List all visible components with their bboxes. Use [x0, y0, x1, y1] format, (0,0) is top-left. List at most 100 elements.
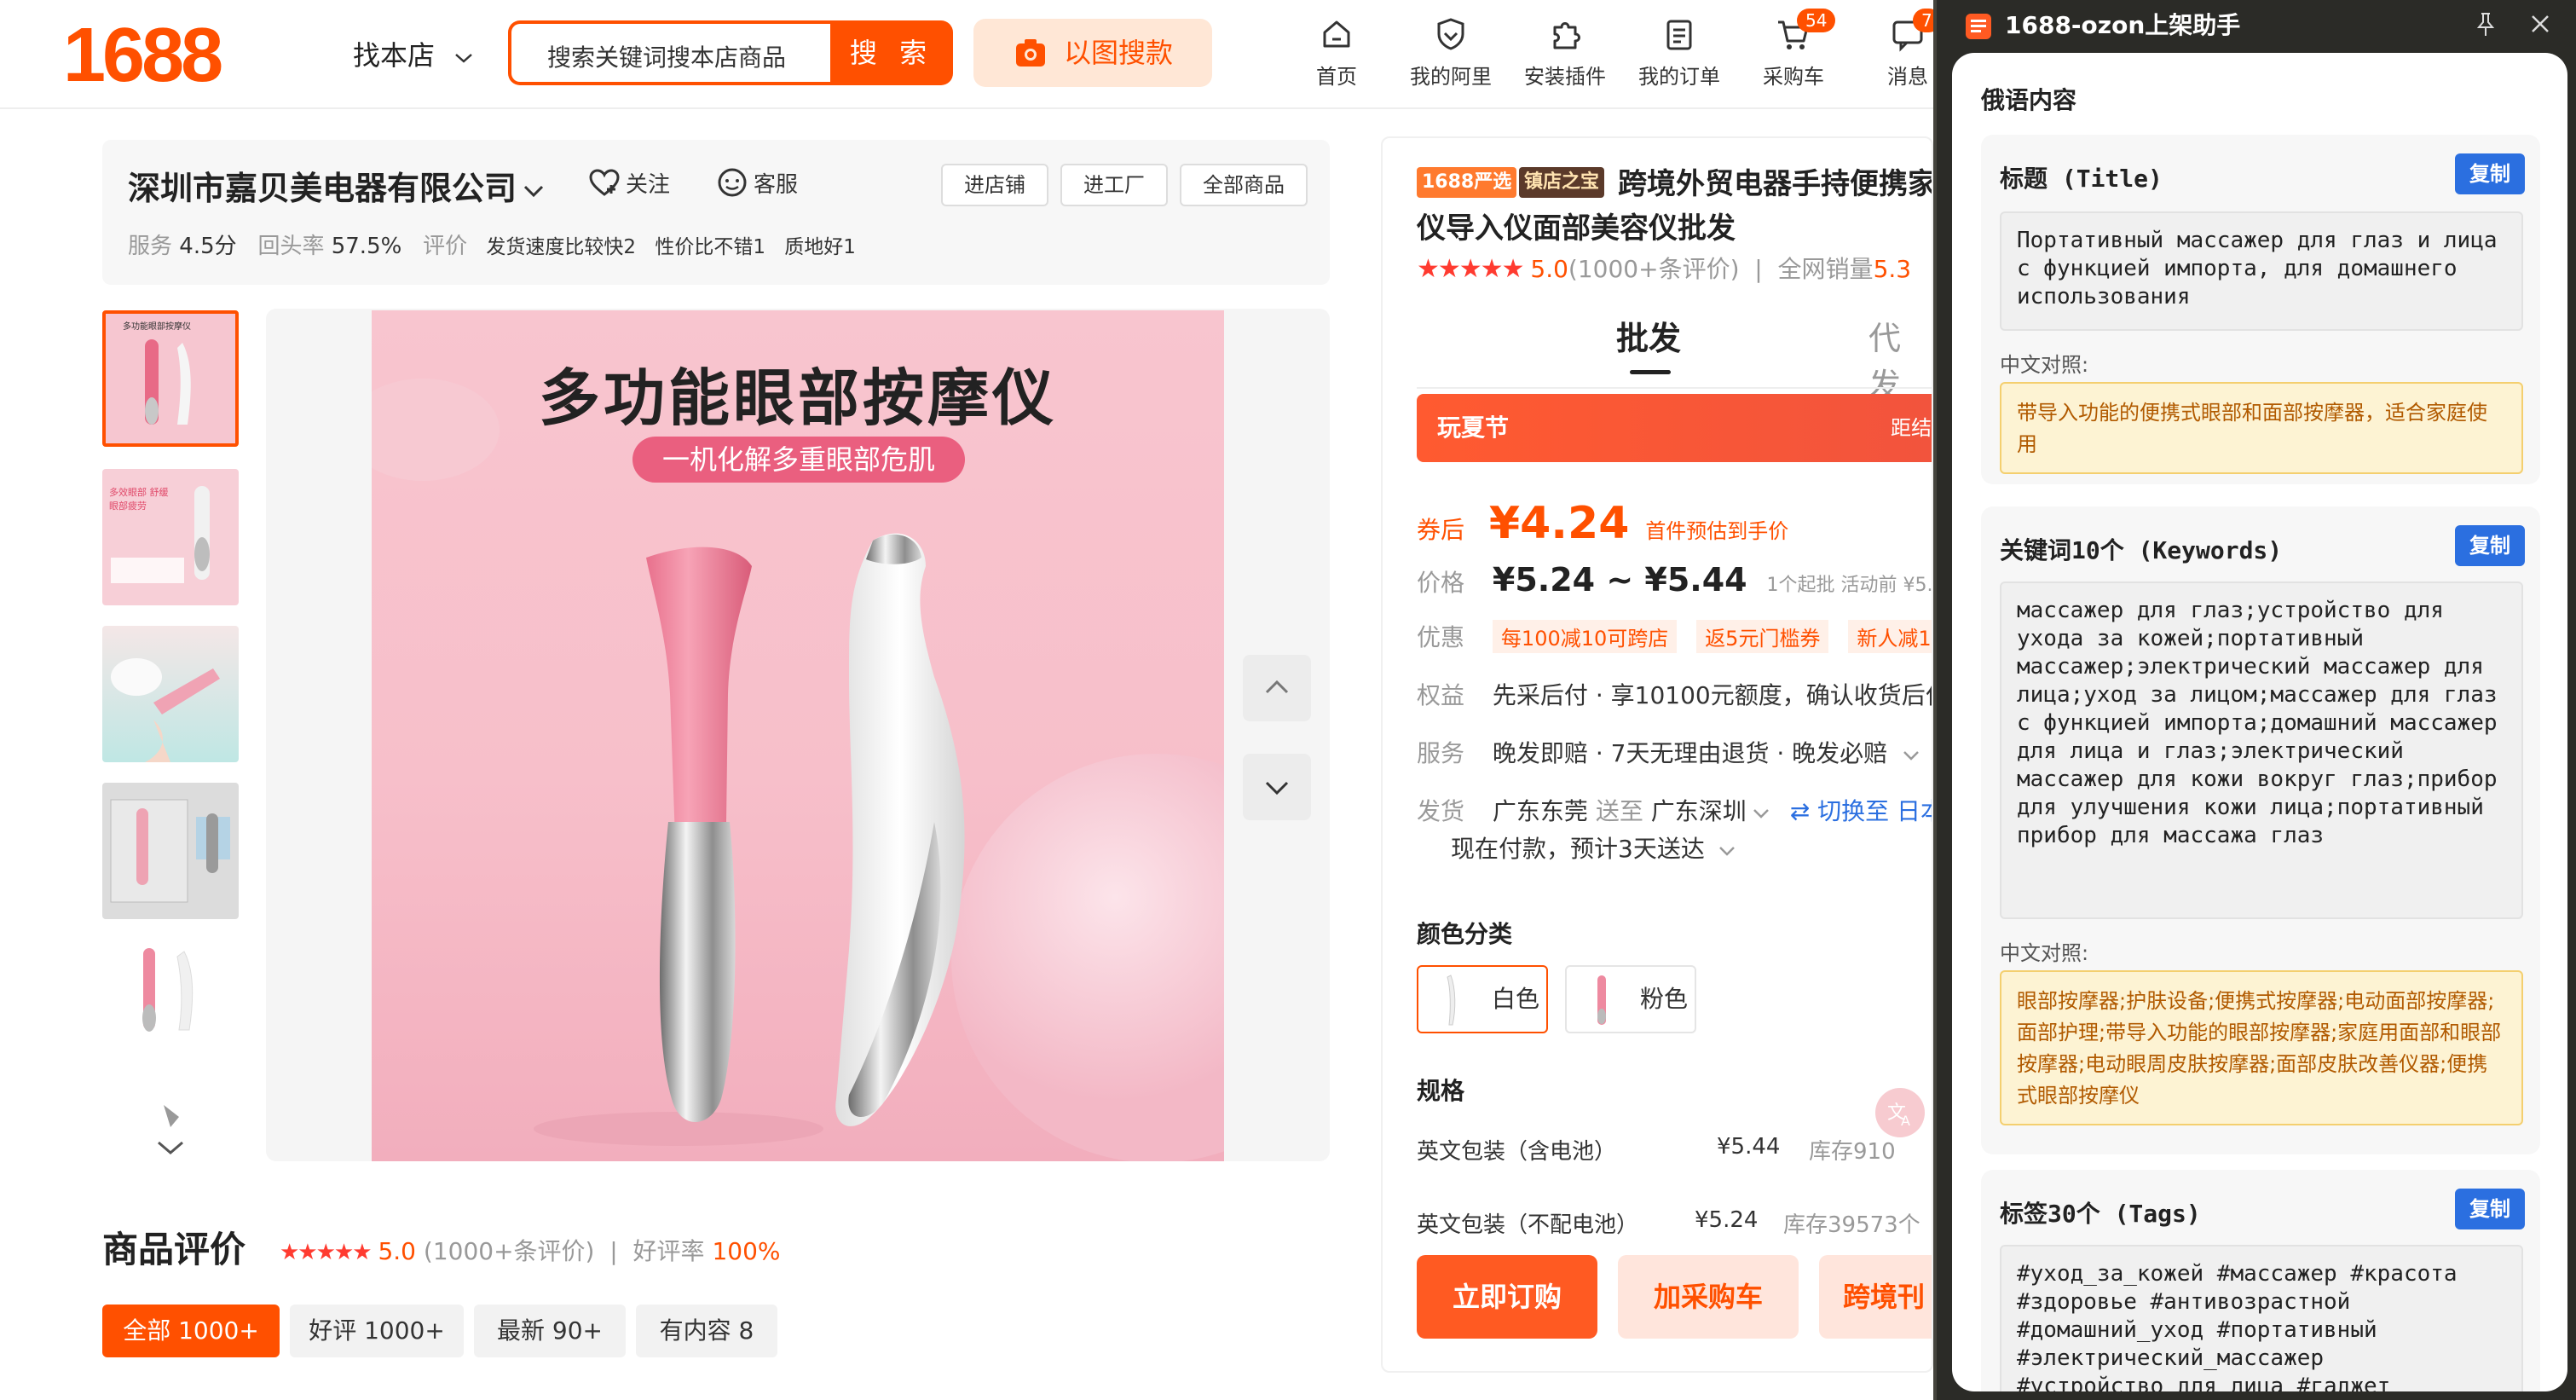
all-products-button[interactable]: 全部商品: [1180, 164, 1308, 206]
reviews-score: 5.0: [378, 1237, 416, 1265]
enter-factory-button[interactable]: 进工厂: [1060, 164, 1168, 206]
repurchase-rate: 57.5%: [331, 234, 402, 259]
discount-tag[interactable]: 返5元门槛券: [1696, 620, 1829, 653]
image-search-label: 以图搜款: [1064, 37, 1174, 69]
reviews-summary: ★★★★★ 5.0 (1000+条评价) | 好评率 100%: [280, 1237, 781, 1265]
massager-pair-icon: [142, 948, 193, 1032]
order-now-button[interactable]: 立即订购: [1417, 1255, 1597, 1339]
pin-icon[interactable]: [2475, 12, 2496, 41]
extension-content: 俄语内容 标题 (Title) 复制 Портативный массажер …: [1952, 53, 2567, 1391]
nav-my-ali[interactable]: 我的阿里: [1400, 15, 1502, 90]
promo-banner[interactable]: 玩夏节 距结: [1417, 394, 1932, 462]
copy-title-button[interactable]: 复制: [2455, 153, 2525, 194]
reviews-count: (1000+条评价): [423, 1237, 595, 1265]
search-scope-dropdown[interactable]: 找本店: [353, 34, 474, 73]
delivery-estimate[interactable]: 现在付款，预计3天送达: [1451, 830, 1736, 865]
enter-store-button[interactable]: 进店铺: [941, 164, 1048, 206]
review-tab-positive[interactable]: 好评 1000+: [290, 1305, 464, 1357]
review-tab-with-content[interactable]: 有内容 8: [636, 1305, 777, 1357]
search-button[interactable]: 搜 索: [830, 20, 953, 85]
product-thumbnail[interactable]: 多功能眼部按摩仪: [102, 310, 239, 447]
review-tab-all[interactable]: 全部 1000+: [102, 1305, 280, 1357]
nav-install-plugin[interactable]: 安装插件: [1514, 15, 1616, 90]
nav-home-label: 首页: [1316, 65, 1357, 89]
switch-destination-link[interactable]: ⇄ 切换至 日本: [1790, 797, 1933, 825]
review-tab-latest[interactable]: 最新 90+: [474, 1305, 626, 1357]
nav-my-ali-label: 我的阿里: [1410, 65, 1492, 89]
page: { "header": { "logo": "1688", "scope_lab…: [0, 0, 2576, 1400]
gallery-prev-button[interactable]: [1243, 655, 1311, 721]
product-thumbnail[interactable]: [102, 783, 239, 919]
copy-tags-button[interactable]: 复制: [2455, 1189, 2525, 1229]
reviews-title: 商品评价: [102, 1229, 246, 1270]
main-product-image[interactable]: 多功能眼部按摩仪 一机化解多重眼部危肌: [372, 310, 1224, 1161]
rights-row: 权益 先采后付 · 享10100元额度，确认收货后付: [1417, 677, 1933, 711]
sales-value: 5.3: [1873, 255, 1912, 283]
image-search-button[interactable]: 以图搜款: [973, 19, 1212, 87]
color-section-title: 颜色分类: [1417, 920, 1513, 948]
keywords-card: 关键词10个 (Keywords) 复制 массажер для глаз;у…: [1981, 506, 2540, 1154]
service-row[interactable]: 服务 晚发即赔 · 7天无理由退货 · 晚发必赔: [1417, 735, 1920, 769]
chat-smile-icon: [716, 167, 748, 204]
ship-to: 广东深圳: [1650, 797, 1747, 825]
cart-badge: 54: [1797, 9, 1836, 32]
russian-tags-text[interactable]: #уход_за_кожей #массажер #красота #здоро…: [2000, 1245, 2523, 1391]
product-thumbnail[interactable]: [102, 940, 239, 1076]
service-score-label: 服务: [128, 234, 173, 259]
follow-button[interactable]: 关注: [588, 167, 670, 203]
cn-compare-label: 中文对照:: [2000, 941, 2089, 965]
store-name-text: 深圳市嘉贝美电器有限公司: [128, 170, 517, 207]
store-search-input[interactable]: 搜索关键词搜本店商品: [508, 20, 830, 85]
color-option-pink[interactable]: 粉色: [1565, 965, 1696, 1033]
white-massager-icon: [1447, 975, 1456, 1026]
tabs-divider: [1417, 387, 1932, 389]
copy-keywords-button[interactable]: 复制: [2455, 525, 2525, 566]
translate-icon[interactable]: 文A: [1875, 1088, 1925, 1137]
coupon-price: ¥4.24: [1488, 498, 1630, 549]
tags-card-heading: 标签30个 (Tags): [2000, 1200, 2201, 1228]
review-tag: 性价比不错1: [655, 236, 765, 258]
russian-keywords-text[interactable]: массажер для глаз;устройство для ухода з…: [2000, 581, 2523, 919]
logo-1688[interactable]: 1688: [63, 12, 223, 100]
store-name[interactable]: 深圳市嘉贝美电器有限公司: [128, 162, 546, 209]
chinese-keywords-text: 眼部按摩器;护肤设备;便携式按摩器;电动面部按摩器;面部护理;带导入功能的眼部按…: [2000, 970, 2523, 1125]
product-thumbnail[interactable]: [102, 626, 239, 762]
spec-name: 英文包装（不配电池）: [1417, 1212, 1639, 1238]
cross-border-button[interactable]: 跨境刊: [1819, 1255, 1932, 1339]
customer-service-button[interactable]: 客服: [716, 167, 798, 204]
search-scope-label: 找本店: [353, 39, 436, 72]
add-to-cart-button[interactable]: 加采购车: [1618, 1255, 1799, 1339]
discount-tag[interactable]: 每100减10可跨店: [1492, 620, 1678, 653]
tab-wholesale[interactable]: 批发: [1616, 312, 1681, 359]
store-info-bar: 深圳市嘉贝美电器有限公司 关注 客服 进店铺 进工厂 全部商品 服务 4.5分 …: [102, 140, 1330, 285]
color-option-white[interactable]: 白色: [1417, 965, 1548, 1033]
nav-my-orders[interactable]: 我的订单: [1628, 15, 1730, 90]
rating-score: 5.0: [1530, 255, 1568, 283]
nav-home[interactable]: 首页: [1285, 15, 1388, 90]
thumbnails-down-icon[interactable]: [153, 1137, 188, 1161]
service-value: 晚发即赔 · 7天无理由退货 · 晚发必赔: [1492, 739, 1888, 767]
product-thumbnail[interactable]: 多效眼部 舒缓眼部疲劳: [102, 469, 239, 605]
ship-to-selector[interactable]: 广东深圳: [1651, 797, 1770, 825]
delivery-estimate-text: 现在付款，预计3天送达: [1451, 835, 1705, 863]
title-card-heading: 标题 (Title): [2000, 165, 2163, 193]
price-label: 价格: [1417, 569, 1465, 597]
good-rate: 100%: [712, 1237, 781, 1265]
coupon-price-row: 券后 ¥4.24 首件预估到手价: [1417, 498, 1788, 549]
russian-title-text[interactable]: Портативный массажер для глаз и лица с ф…: [2000, 211, 2523, 331]
ozon-helper-panel: 1688-ozon上架助手 俄语内容 标题 (Title) 复制 Портати…: [1933, 0, 2576, 1400]
nav-my-orders-label: 我的订单: [1638, 65, 1720, 89]
rights-value: 先采后付 · 享10100元额度，确认收货后付: [1492, 681, 1933, 709]
discount-tag[interactable]: 新人减1: [1848, 620, 1932, 653]
tags-card: 标签30个 (Tags) 复制 #уход_за_кожей #массажер…: [1981, 1170, 2540, 1391]
switch-destination-label: 切换至 日本: [1817, 797, 1933, 825]
tab-dropship[interactable]: 代发: [1868, 312, 1932, 406]
spec-row: 英文包装（不配电池） ¥5.24 库存39573个: [1417, 1207, 1920, 1239]
pink-massager-icon: [1597, 975, 1606, 1025]
service-score: 4.5分: [179, 234, 237, 259]
gallery-next-button[interactable]: [1243, 754, 1311, 820]
coupon-label: 券后: [1417, 516, 1465, 544]
sales-label: 全网销量: [1777, 255, 1874, 283]
close-icon[interactable]: [2528, 12, 2552, 39]
title-card: 标题 (Title) 复制 Портативный массажер для г…: [1981, 135, 2540, 484]
